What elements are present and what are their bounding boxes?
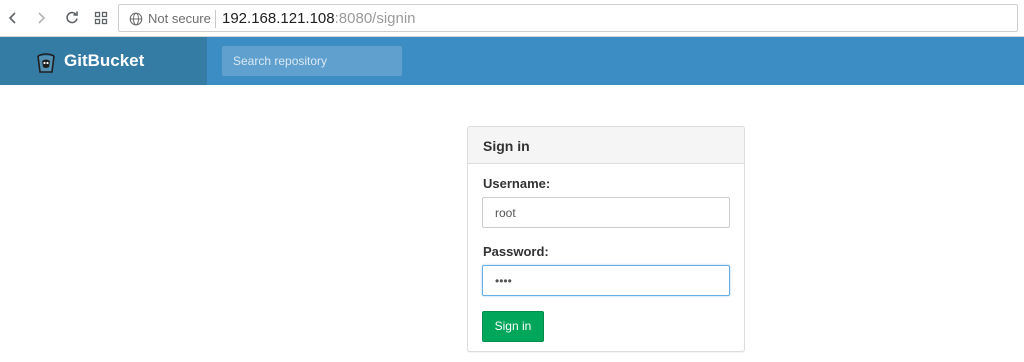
- search-repository-input[interactable]: [222, 46, 402, 76]
- reload-icon[interactable]: [62, 8, 82, 28]
- app-header: GitBucket: [0, 37, 1024, 85]
- url-divider: [215, 10, 216, 28]
- password-label: Password:: [483, 244, 549, 259]
- back-arrow-icon[interactable]: [3, 8, 23, 28]
- forward-arrow-icon[interactable]: [31, 8, 51, 28]
- gitbucket-logo-icon: [37, 53, 55, 73]
- url-text[interactable]: 192.168.121.108:8080/signin: [222, 9, 416, 28]
- signin-panel: Sign in Username: Password: Sign in: [467, 126, 745, 352]
- globe-icon[interactable]: [129, 12, 143, 26]
- url-host: 192.168.121.108: [222, 10, 335, 27]
- security-status-label[interactable]: Not secure: [148, 11, 211, 27]
- brand-link[interactable]: GitBucket: [0, 37, 207, 85]
- password-field[interactable]: [482, 265, 730, 296]
- panel-heading: Sign in: [468, 127, 744, 164]
- username-label: Username:: [483, 176, 551, 191]
- apps-grid-icon[interactable]: [91, 8, 111, 28]
- signin-button[interactable]: Sign in: [482, 311, 544, 342]
- browser-toolbar: Not secure 192.168.121.108:8080/signin: [0, 0, 1024, 37]
- brand-title: GitBucket: [64, 51, 145, 70]
- username-field[interactable]: [482, 197, 730, 228]
- panel-title: Sign in: [483, 138, 530, 154]
- url-path: :8080/signin: [334, 10, 416, 27]
- address-bar[interactable]: Not secure 192.168.121.108:8080/signin: [118, 4, 1018, 32]
